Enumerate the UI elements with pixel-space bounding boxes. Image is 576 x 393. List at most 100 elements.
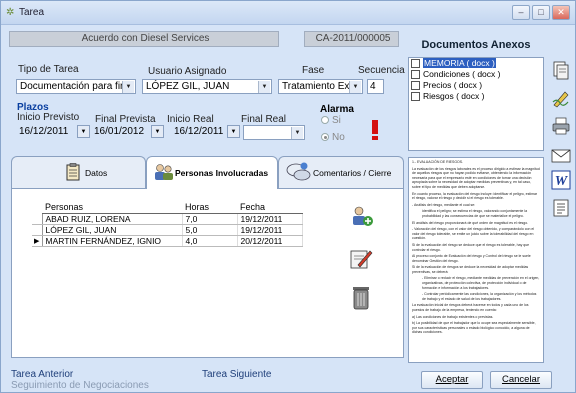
aceptar-button[interactable]: Aceptar <box>421 371 483 389</box>
column-header-horas[interactable]: Horas <box>182 201 237 214</box>
inicio-previsto-value: 16/12/2011 <box>19 126 69 137</box>
usuario-value: LÓPEZ GIL, JUAN <box>146 81 230 92</box>
chevron-down-icon[interactable]: ▼ <box>291 127 303 139</box>
tab-datos[interactable]: Datos <box>11 156 146 188</box>
fase-select[interactable]: Tratamiento Expe ▼ <box>278 79 363 94</box>
print-button[interactable] <box>550 115 572 137</box>
document-checkbox[interactable] <box>411 92 420 101</box>
alarma-no-radio[interactable] <box>321 133 329 141</box>
usuario-label: Usuario Asignado <box>148 66 227 77</box>
horas-cell[interactable]: 4,0 <box>182 235 238 247</box>
column-header-personas[interactable]: Personas <box>42 201 182 214</box>
svg-text:W: W <box>555 174 569 189</box>
chevron-down-icon[interactable]: ▼ <box>258 81 270 93</box>
list-item[interactable]: MEMORIA ( docx ) <box>409 58 543 69</box>
row-indicator <box>32 213 43 225</box>
cancelar-button[interactable]: Cancelar <box>490 371 552 389</box>
column-header-fecha[interactable]: Fecha <box>237 201 302 214</box>
alarma-title: Alarma <box>320 104 354 115</box>
fecha-cell[interactable]: 19/12/2011 <box>237 224 303 236</box>
preview-paragraph: - Valoración del riesgo, con el valor de… <box>412 227 535 241</box>
document-label: MEMORIA ( docx ) <box>423 58 496 68</box>
document-preview[interactable]: 1.- EVALUACIÓN DE RIESGOS. La evaluación… <box>408 157 544 363</box>
preview-paragraph: Al proceso conjunto de Evaluación del ri… <box>412 254 531 263</box>
alarm-exclamation-icon[interactable] <box>365 118 385 142</box>
secuencia-input[interactable]: 4 <box>367 79 384 94</box>
final-prevista-dropdown-icon[interactable]: ▼ <box>151 125 164 138</box>
table-row[interactable]: ABAD RUIZ, LORENA 7,0 19/12/2011 <box>32 213 303 225</box>
tipo-tarea-label: Tipo de Tarea <box>18 64 79 75</box>
window-title: Tarea <box>19 7 45 18</box>
alarma-si-label: Si <box>332 115 341 126</box>
task-window: ✲ Tarea ‒ □ ✕ Acuerdo con Diesel Service… <box>0 0 576 393</box>
sign-document-button[interactable] <box>550 87 572 109</box>
document-checkbox[interactable] <box>411 59 420 68</box>
scan-document-button[interactable] <box>550 59 572 81</box>
close-button[interactable]: ✕ <box>552 5 570 20</box>
table-row[interactable]: ▶ MARTIN FERNÁNDEZ, IGNIO 4,0 20/12/2011 <box>32 235 303 247</box>
tab-personas[interactable]: Personas Involucradas <box>146 156 278 189</box>
document-label: Condiciones ( docx ) <box>423 69 501 79</box>
horas-cell[interactable]: 7,0 <box>182 213 238 225</box>
row-indicator <box>32 224 43 236</box>
fecha-cell[interactable]: 20/12/2011 <box>237 235 303 247</box>
tab-comentarios[interactable]: Comentarios / Cierre <box>278 156 404 188</box>
inicio-previsto-dropdown-icon[interactable]: ▼ <box>77 125 90 138</box>
inicio-real-value: 16/12/2011 <box>174 126 224 137</box>
list-item[interactable]: Precios ( docx ) <box>409 80 543 91</box>
open-word-button[interactable]: W <box>550 169 572 191</box>
persona-cell[interactable]: MARTIN FERNÁNDEZ, IGNIO <box>42 235 183 247</box>
usuario-select[interactable]: LÓPEZ GIL, JUAN ▼ <box>142 79 272 94</box>
horas-cell[interactable]: 5,0 <box>182 224 238 236</box>
personas-table[interactable]: Personas Horas Fecha ABAD RUIZ, LORENA 7… <box>32 201 303 247</box>
table-row[interactable]: LÓPEZ GIL, JUAN 5,0 19/12/2011 <box>32 224 303 236</box>
preview-paragraph: - Controlar periódicamente las condicion… <box>422 292 537 301</box>
scanner-icon <box>553 61 569 80</box>
list-item[interactable]: Condiciones ( docx ) <box>409 69 543 80</box>
document-label: Riesgos ( docx ) <box>423 91 485 101</box>
documentos-list[interactable]: MEMORIA ( docx ) Condiciones ( docx ) Pr… <box>408 57 544 151</box>
inicio-real-dropdown-icon[interactable]: ▼ <box>227 125 240 138</box>
title-bar[interactable]: ✲ Tarea ‒ □ ✕ <box>1 1 575 25</box>
inicio-real-field[interactable]: 16/12/2011 <box>171 125 231 140</box>
table-header-row: Personas Horas Fecha <box>32 201 302 214</box>
tarea-siguiente-link[interactable]: Tarea Siguiente <box>202 369 272 380</box>
app-leaf-icon: ✲ <box>6 7 15 18</box>
preview-paragraph: El análisis del riesgo proporcionará de … <box>412 220 529 225</box>
printer-icon <box>552 117 570 135</box>
alarma-no-label: No <box>332 132 345 143</box>
email-button[interactable] <box>550 145 572 167</box>
clipboard-icon <box>66 163 80 181</box>
document-checkbox[interactable] <box>411 70 420 79</box>
seguimiento-link[interactable]: Seguimiento de Negociaciones <box>11 380 149 391</box>
preview-paragraph: 1.- EVALUACIÓN DE RIESGOS. <box>412 160 464 164</box>
persona-cell[interactable]: ABAD RUIZ, LORENA <box>42 213 183 225</box>
preview-paragraph: b) La posibilidad de que el trabajador q… <box>412 321 536 335</box>
persona-cell[interactable]: LÓPEZ GIL, JUAN <box>42 224 183 236</box>
edit-icon[interactable] <box>348 245 374 271</box>
comments-icon <box>286 162 311 181</box>
add-person-icon[interactable] <box>348 203 374 229</box>
tipo-tarea-select[interactable]: Documentación para firm ▼ <box>16 79 136 94</box>
trash-icon[interactable] <box>349 283 373 311</box>
inicio-previsto-label: Inicio Previsto <box>17 112 80 123</box>
chevron-down-icon[interactable]: ▼ <box>122 81 134 93</box>
document-label: Precios ( docx ) <box>423 80 483 90</box>
alarma-si-radio[interactable] <box>321 116 329 124</box>
document-checkbox[interactable] <box>411 81 420 90</box>
list-item[interactable]: Riesgos ( docx ) <box>409 91 543 102</box>
fase-label: Fase <box>302 65 325 76</box>
document-list-button[interactable] <box>550 197 572 219</box>
inicio-real-label: Inicio Real <box>167 114 214 125</box>
chevron-down-icon[interactable]: ▼ <box>349 81 361 93</box>
preview-paragraph: - Análisis del riesgo, mediante el cual … <box>412 202 476 207</box>
tab-comentarios-label: Comentarios / Cierre <box>313 168 392 178</box>
pen-sign-icon <box>552 91 569 108</box>
preview-paragraph: La evaluación de los riesgos laborales e… <box>412 166 540 189</box>
personas-panel: Personas Horas Fecha ABAD RUIZ, LORENA 7… <box>11 188 404 358</box>
fecha-cell[interactable]: 19/12/2011 <box>237 213 303 225</box>
tarea-anterior-link[interactable]: Tarea Anterior <box>11 369 73 380</box>
maximize-button[interactable]: □ <box>532 5 550 20</box>
minimize-button[interactable]: ‒ <box>512 5 530 20</box>
final-real-select[interactable]: ▼ <box>243 125 305 140</box>
